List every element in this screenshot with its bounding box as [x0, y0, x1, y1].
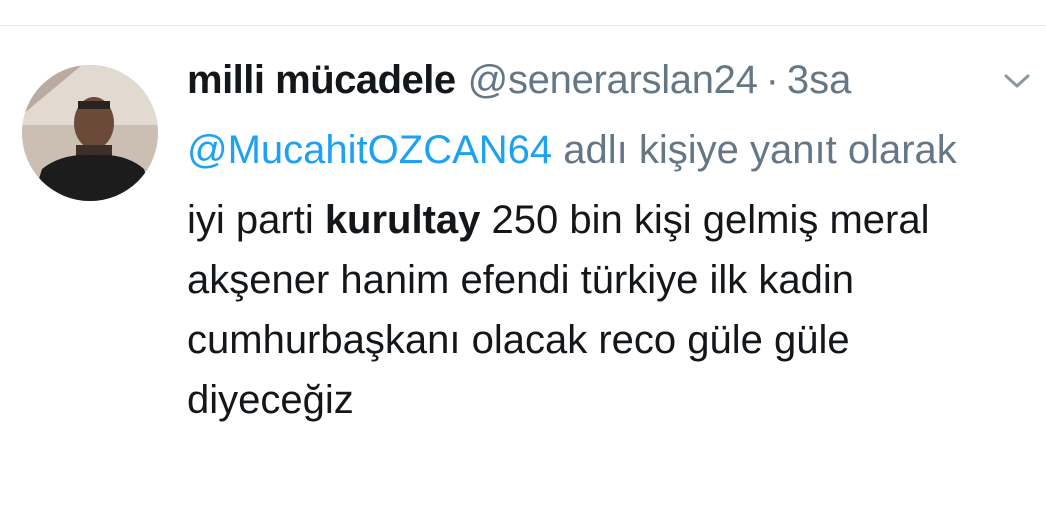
reply-mention-link[interactable]: @MucahitOZCAN64: [187, 128, 552, 172]
avatar-photo: [22, 65, 158, 201]
avatar[interactable]: [22, 65, 158, 201]
tweet-text-before: iyi parti: [187, 198, 325, 242]
tweet-page: milli mücadele @senerarslan24 · 3sa @Muc…: [0, 0, 1046, 507]
timestamp[interactable]: 3sa: [787, 58, 852, 103]
display-name[interactable]: milli mücadele: [187, 58, 456, 103]
tweet-text: iyi parti kurultay 250 bin kişi gelmiş m…: [187, 190, 1017, 430]
reply-context-text: adlı kişiye yanıt olarak: [552, 128, 957, 172]
tweet-text-bold: kurultay: [324, 198, 481, 242]
top-divider: [0, 25, 1046, 26]
tweet-header: milli mücadele @senerarslan24 · 3sa: [187, 58, 1017, 112]
reply-context: @MucahitOZCAN64 adlı kişiye yanıt olarak: [187, 118, 987, 182]
separator: ·: [765, 58, 779, 102]
tweet-body: milli mücadele @senerarslan24 · 3sa @Muc…: [187, 58, 1017, 430]
user-handle[interactable]: @senerarslan24: [468, 58, 758, 103]
